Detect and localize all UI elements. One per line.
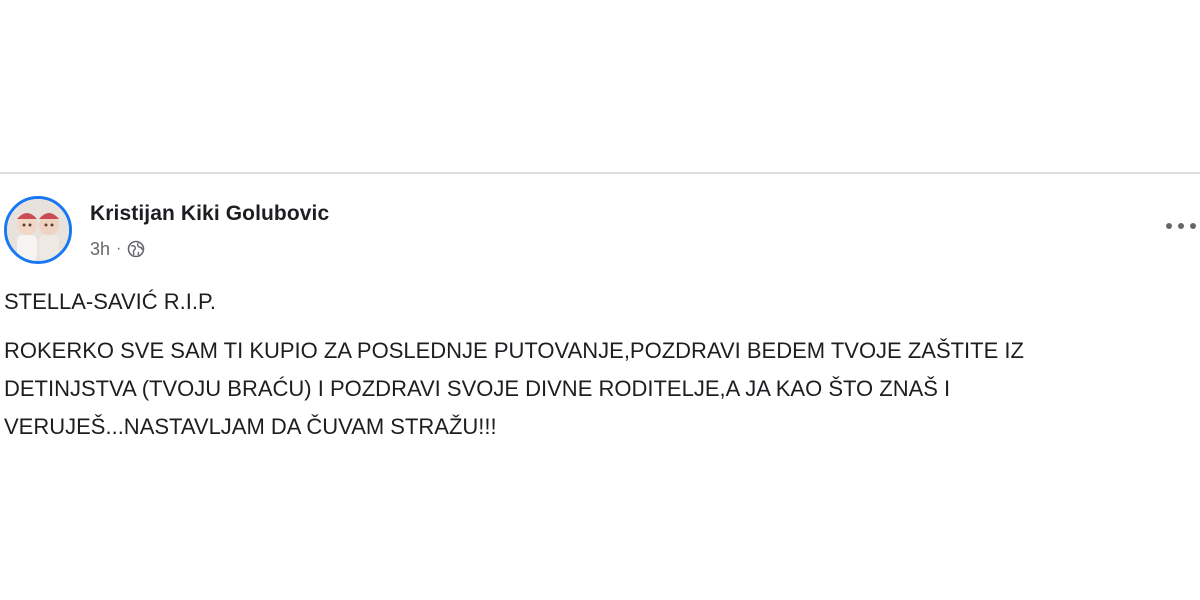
- more-dot: [1190, 223, 1196, 229]
- more-dot: [1178, 223, 1184, 229]
- post-timestamp[interactable]: 3h: [90, 239, 110, 260]
- post-meta: 3h ·: [90, 238, 145, 260]
- post-author-name[interactable]: Kristijan Kiki Golubovic: [90, 202, 329, 226]
- avatar[interactable]: [4, 196, 72, 264]
- facebook-post: Kristijan Kiki Golubovic 3h · STELLA-SAV…: [0, 172, 1200, 444]
- post-text-first-line: STELLA-SAVIĆ R.I.P.: [4, 289, 216, 314]
- more-dot: [1166, 223, 1172, 229]
- post-text-body: ROKERKO SVE SAM TI KUPIO ZA POSLEDNJE PU…: [4, 338, 1024, 439]
- globe-icon[interactable]: [127, 240, 145, 258]
- page: Kristijan Kiki Golubovic 3h · STELLA-SAV…: [0, 0, 1200, 600]
- more-options-icon[interactable]: [1166, 218, 1196, 234]
- meta-separator: ·: [116, 240, 122, 257]
